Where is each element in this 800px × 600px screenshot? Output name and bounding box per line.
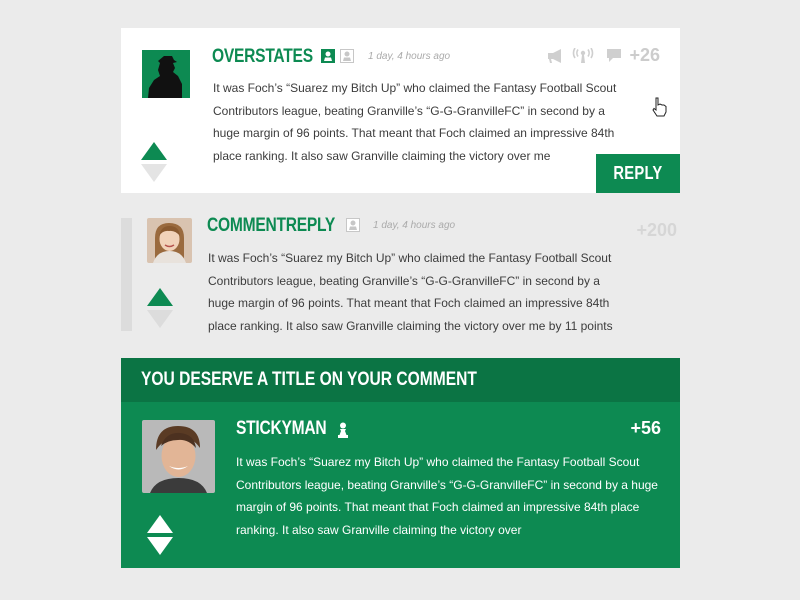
- featured-comment-card: STICKYMAN +56 It was Foch’s “Suarez my B…: [121, 402, 680, 568]
- upvote-icon[interactable]: [147, 515, 173, 533]
- comment-username[interactable]: COMMENTREPLY: [207, 215, 335, 237]
- upvote-icon[interactable]: [141, 142, 167, 160]
- chess-pawn-icon: [338, 422, 348, 438]
- comment-timestamp: 1 day, 4 hours ago: [373, 220, 456, 231]
- user-badge-outline-icon: [340, 49, 354, 63]
- downvote-icon[interactable]: [141, 164, 167, 182]
- megaphone-icon[interactable]: [547, 49, 565, 63]
- downvote-icon[interactable]: [147, 310, 173, 328]
- comment-score: +26: [629, 45, 660, 65]
- avatar-silhouette[interactable]: [142, 50, 190, 98]
- comment-body: It was Foch’s “Suarez my Bitch Up” who c…: [208, 251, 613, 333]
- comment-timestamp: 1 day, 4 hours ago: [368, 51, 451, 62]
- user-badge-icon: [321, 49, 335, 63]
- avatar[interactable]: [147, 218, 192, 263]
- comment-score: +200: [636, 220, 677, 240]
- comment-score: +56: [630, 418, 661, 438]
- reply-button[interactable]: REPLY: [596, 154, 680, 193]
- comment-body: It was Foch’s “Suarez my Bitch Up” who c…: [213, 81, 617, 163]
- reply-indent-bar: [121, 218, 132, 331]
- user-silhouette-icon: [148, 56, 182, 98]
- hand-pointer-icon: [652, 97, 667, 117]
- broadcast-icon[interactable]: [572, 48, 594, 63]
- comment-body: It was Foch’s “Suarez my Bitch Up” who c…: [236, 455, 658, 537]
- comment-username[interactable]: STICKYMAN: [236, 418, 327, 440]
- user-badge-outline-icon: [346, 218, 360, 232]
- comment-card-1: OVERSTATES 1 day, 4 hours ago +26 It was…: [121, 28, 680, 193]
- avatar[interactable]: [142, 420, 215, 493]
- upvote-icon[interactable]: [147, 288, 173, 306]
- featured-comment-title: YOU DESERVE A TITLE ON YOUR COMMENT: [141, 369, 477, 390]
- downvote-icon[interactable]: [147, 537, 173, 555]
- comment-username[interactable]: OVERSTATES: [212, 46, 313, 68]
- featured-comment-header: YOU DESERVE A TITLE ON YOUR COMMENT: [121, 358, 680, 402]
- avatar-photo-man: [142, 420, 215, 493]
- reply-label: REPLY: [613, 163, 663, 183]
- avatar-photo-woman: [147, 218, 192, 263]
- speech-bubble-icon[interactable]: [607, 49, 621, 63]
